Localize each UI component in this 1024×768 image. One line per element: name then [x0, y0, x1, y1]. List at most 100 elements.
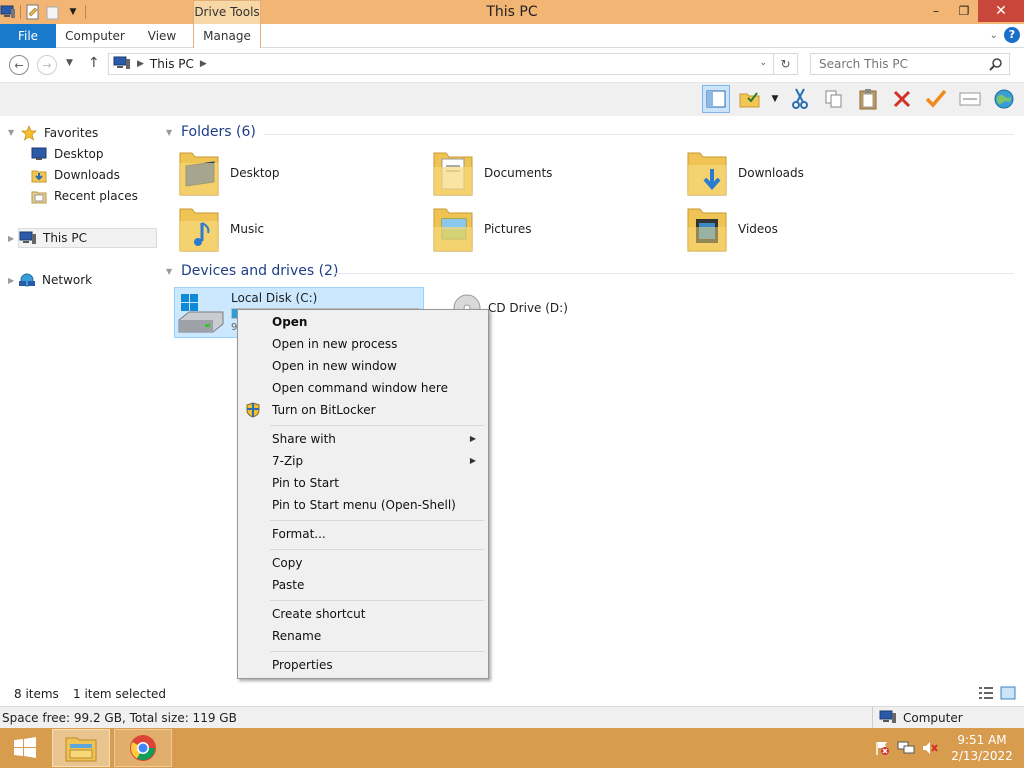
folder-tile-desktop[interactable]: Desktop — [178, 149, 280, 197]
paste-icon[interactable] — [854, 85, 882, 113]
up-button[interactable]: ↑ — [88, 55, 100, 71]
ribbon-right-controls: ⌄ ? — [990, 27, 1020, 43]
menu-item-label: Open in new window — [272, 359, 397, 373]
folder-tile-downloads[interactable]: Downloads — [686, 149, 804, 197]
search-input[interactable] — [811, 54, 981, 74]
menu-item-turn-on-bitlocker[interactable]: Turn on BitLocker — [240, 399, 486, 421]
nav-this-pc[interactable]: This PC — [18, 228, 157, 248]
clock[interactable]: 9:51 AM 2/13/2022 — [940, 732, 1024, 764]
computer-icon — [19, 230, 37, 246]
toolbar-icons: ▼ — [702, 85, 1018, 113]
navigation-pane: ▼ Favorites Desktop Downloads Recent pla… — [0, 116, 160, 684]
tab-file[interactable]: File — [0, 24, 56, 48]
recent-locations-dropdown[interactable]: ▼ — [66, 58, 73, 68]
nav-network[interactable]: Network — [18, 270, 92, 290]
action-center-flag-icon[interactable] — [872, 738, 892, 758]
search-icon[interactable] — [989, 57, 1003, 74]
menu-item-label: Copy — [272, 556, 303, 570]
folder-options-dropdown-icon[interactable]: ▼ — [770, 85, 780, 113]
address-bar[interactable]: ▶ This PC ▶ ⌄ — [108, 53, 774, 75]
menu-item-label: Open command window here — [272, 381, 448, 395]
forward-arrow-icon: → — [42, 58, 52, 72]
menu-item-open-new-window[interactable]: Open in new window — [240, 355, 486, 377]
submenu-arrow-icon: ▶ — [469, 456, 476, 465]
minimize-button[interactable]: – — [922, 0, 950, 22]
close-button[interactable]: ✕ — [978, 0, 1024, 22]
menu-item-share-with[interactable]: Share with ▶ — [240, 428, 486, 450]
nav-desktop[interactable]: Desktop — [30, 144, 104, 164]
tab-view[interactable]: View — [140, 24, 184, 48]
nav-favorites[interactable]: Favorites — [20, 123, 98, 143]
breadcrumb-separator-icon[interactable]: ▶ — [200, 59, 207, 69]
devices-group-title[interactable]: Devices and drives (2) — [181, 263, 338, 279]
breadcrumb-this-pc[interactable]: This PC — [150, 57, 194, 71]
folders-group-title[interactable]: Folders (6) — [181, 124, 256, 140]
globe-icon[interactable] — [990, 85, 1018, 113]
address-dropdown-icon[interactable]: ⌄ — [759, 58, 767, 68]
menu-item-7zip[interactable]: 7-Zip ▶ — [240, 450, 486, 472]
details-view-icon[interactable] — [978, 686, 994, 703]
menu-item-open-command-window[interactable]: Open command window here — [240, 377, 486, 399]
copy-icon[interactable] — [820, 85, 848, 113]
folder-label: Music — [230, 222, 265, 236]
tab-computer[interactable]: Computer — [62, 24, 128, 48]
folder-tile-pictures[interactable]: Pictures — [432, 205, 532, 253]
menu-item-open-new-process[interactable]: Open in new process — [240, 333, 486, 355]
devices-divider — [333, 273, 1014, 274]
search-box[interactable] — [810, 53, 1010, 75]
refresh-button[interactable]: ↻ — [774, 53, 798, 75]
ribbon-tabs: File Computer View Manage ⌄ ? — [0, 24, 1024, 48]
desktop-folder-icon — [179, 152, 219, 196]
forward-button[interactable]: → — [37, 55, 57, 75]
expand-network-icon[interactable]: ▶ — [8, 276, 14, 285]
menu-item-open[interactable]: Open — [240, 311, 486, 333]
preview-pane-icon[interactable] — [702, 85, 730, 113]
taskbar-file-explorer[interactable] — [52, 729, 110, 767]
help-icon[interactable]: ? — [1004, 27, 1020, 43]
network-status-icon[interactable] — [896, 738, 916, 758]
folder-tile-videos[interactable]: Videos — [686, 205, 778, 253]
folder-tile-documents[interactable]: Documents — [432, 149, 552, 197]
menu-item-paste[interactable]: Paste — [240, 574, 486, 596]
breadcrumb-separator-icon[interactable]: ▶ — [137, 59, 144, 69]
expand-favorites-icon[interactable]: ▼ — [8, 128, 14, 137]
menu-item-pin-to-start-menu-open-shell[interactable]: Pin to Start menu (Open-Shell) — [240, 494, 486, 516]
menu-item-label: 7-Zip — [272, 454, 304, 468]
menu-item-label: Open — [272, 315, 308, 329]
nav-downloads[interactable]: Downloads — [30, 165, 120, 185]
taskbar-chrome[interactable] — [114, 729, 172, 767]
nav-desktop-label: Desktop — [54, 147, 104, 161]
nav-recent-places[interactable]: Recent places — [30, 186, 138, 206]
menu-item-rename[interactable]: Rename — [240, 625, 486, 647]
tab-manage[interactable]: Manage — [193, 24, 261, 48]
large-icons-view-icon[interactable] — [1000, 686, 1016, 703]
delete-icon[interactable] — [888, 85, 916, 113]
collapse-devices-icon[interactable]: ▼ — [166, 267, 172, 276]
folder-label: Documents — [484, 166, 553, 180]
menu-item-properties[interactable]: Properties — [240, 654, 486, 676]
start-button[interactable] — [0, 728, 50, 768]
pictures-folder-icon — [433, 208, 473, 252]
details-bar: Space free: 99.2 GB, Total size: 119 GB … — [0, 706, 1024, 729]
folder-options-icon[interactable] — [736, 85, 764, 113]
rename-icon[interactable] — [956, 85, 984, 113]
menu-item-label: Pin to Start — [272, 476, 339, 490]
collapse-folders-icon[interactable]: ▼ — [166, 128, 172, 137]
menu-item-format[interactable]: Format... — [240, 523, 486, 545]
recent-places-icon — [30, 188, 48, 204]
back-button[interactable]: ← — [9, 55, 29, 75]
expand-ribbon-icon[interactable]: ⌄ — [990, 30, 998, 41]
volume-muted-icon[interactable] — [920, 738, 940, 758]
checkmark-icon[interactable] — [922, 85, 950, 113]
folder-tile-music[interactable]: Music — [178, 205, 264, 253]
expand-this-pc-icon[interactable]: ▶ — [8, 234, 14, 243]
cut-icon[interactable] — [786, 85, 814, 113]
menu-separator — [270, 425, 484, 426]
menu-item-create-shortcut[interactable]: Create shortcut — [240, 603, 486, 625]
item-count: 8 items — [14, 687, 59, 701]
menu-item-pin-to-start[interactable]: Pin to Start — [240, 472, 486, 494]
maximize-button[interactable]: ❐ — [950, 0, 978, 22]
network-icon — [18, 272, 36, 288]
cd-drive-d-label: CD Drive (D:) — [488, 301, 568, 315]
menu-item-copy[interactable]: Copy — [240, 552, 486, 574]
